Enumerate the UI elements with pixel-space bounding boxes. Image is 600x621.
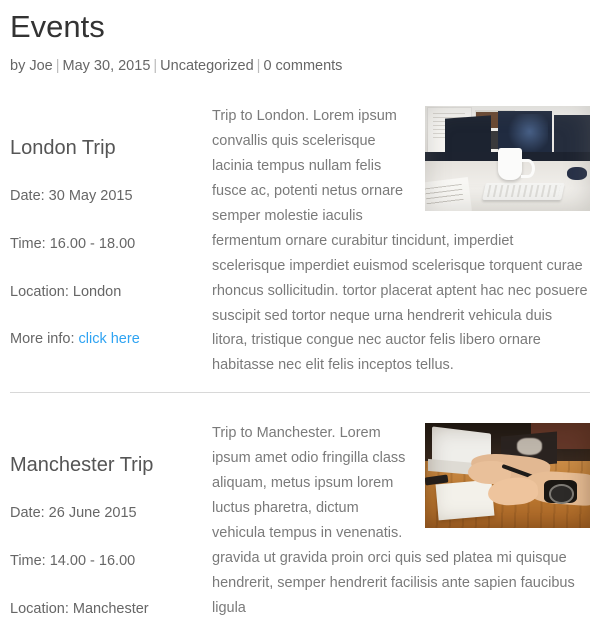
event-description-column: Trip to London. Lorem ipsum convallis qu… xyxy=(212,102,590,378)
post-category[interactable]: Uncategorized xyxy=(160,58,254,74)
event-block-london: London Trip Date: 30 May 2015 Time: 16.0… xyxy=(10,76,590,378)
post-date: May 30, 2015 xyxy=(62,57,151,74)
post-author[interactable]: by Joe xyxy=(10,58,53,74)
event-more-info: More info: click here xyxy=(10,329,210,351)
event-time: Time: 16.00 - 18.00 xyxy=(10,235,136,252)
event-date: Date: 26 June 2015 xyxy=(10,505,137,522)
blog-post-page: Events by Joe | May 30, 2015 | Uncategorized… xyxy=(0,0,600,617)
event-location: Location: London xyxy=(10,283,122,300)
event-time: Time: 14.00 - 16.00 xyxy=(10,553,136,570)
event-location: Location: Manchester xyxy=(10,600,149,617)
event-title: Manchester Trip xyxy=(10,454,154,477)
event-description-column: Trip to Manchester. Lorem ipsum amet odi… xyxy=(212,419,590,621)
meta-separator: | xyxy=(55,57,60,74)
event-photo-hands-writing-beside-laptop xyxy=(425,423,590,529)
post-meta: by Joe | May 30, 2015 | Uncategorized | 0 comm… xyxy=(10,47,590,76)
event-date: Date: 30 May 2015 xyxy=(10,188,133,205)
meta-separator: | xyxy=(256,57,261,74)
photo-vignette xyxy=(425,106,590,211)
page-title: Events xyxy=(10,9,105,44)
event-title: London Trip xyxy=(10,137,116,160)
event-details-column: Manchester Trip Date: 26 June 2015 Time:… xyxy=(10,453,210,620)
post-comments-count[interactable]: 0 comments xyxy=(263,58,342,74)
meta-separator: | xyxy=(153,57,158,74)
event-block-manchester: Manchester Trip Date: 26 June 2015 Time:… xyxy=(10,393,590,621)
more-info-link[interactable]: click here xyxy=(79,331,140,347)
photo-vignette xyxy=(425,423,590,528)
event-details-column: London Trip Date: 30 May 2015 Time: 16.0… xyxy=(10,136,210,351)
event-photo-desk-with-monitors-mug-and-keyboard xyxy=(425,106,590,212)
more-info-label: More info: xyxy=(10,331,75,348)
